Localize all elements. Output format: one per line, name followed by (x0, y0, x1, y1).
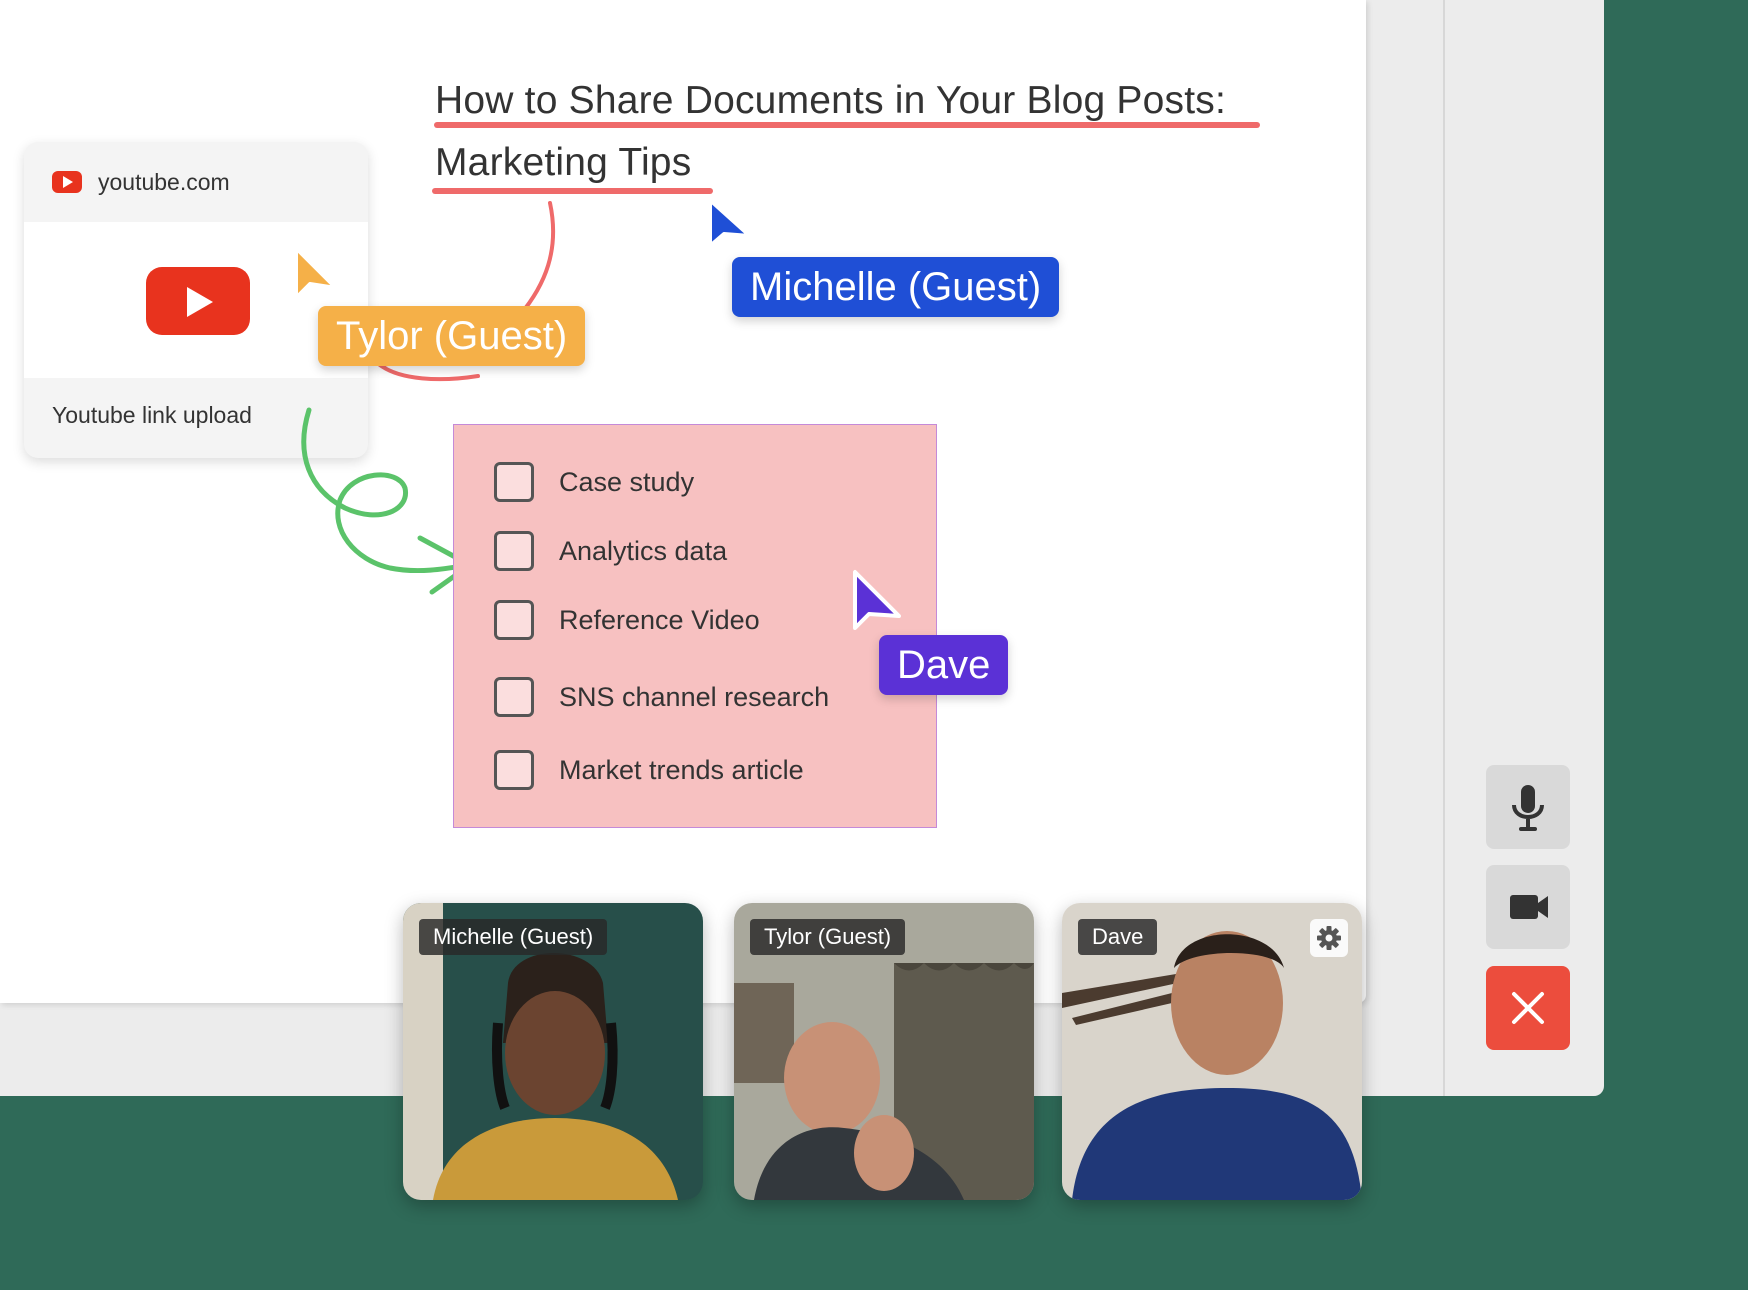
video-camera-icon (1510, 895, 1548, 919)
camera-button[interactable] (1486, 865, 1570, 949)
youtube-icon (52, 171, 82, 193)
checkbox[interactable] (494, 531, 534, 571)
cursor-label-tylor: Tylor (Guest) (318, 306, 586, 366)
checklist-item-label: Case study (559, 466, 695, 497)
cursor-label-dave: Dave (879, 635, 1009, 695)
checklist-item-label: Analytics data (559, 535, 728, 566)
cursor-arrow-icon (853, 570, 901, 630)
side-panel-divider (1443, 0, 1445, 1096)
checklist-item[interactable]: SNS channel research (494, 677, 829, 717)
checklist-item[interactable]: Reference Video (494, 600, 760, 640)
cursor-arrow-icon (294, 246, 338, 300)
link-domain: youtube.com (98, 168, 230, 195)
microphone-button[interactable] (1486, 765, 1570, 849)
video-tile-michelle[interactable]: Michelle (Guest) (403, 903, 703, 1200)
checklist-item-label: Market trends article (559, 754, 804, 785)
document-title[interactable]: How to Share Documents in Your Blog Post… (435, 70, 1226, 194)
participant-name: Michelle (Guest) (419, 919, 608, 955)
close-icon (1512, 992, 1544, 1024)
title-underline-2 (432, 188, 713, 194)
youtube-play-icon (146, 267, 250, 335)
checklist-item[interactable]: Market trends article (494, 750, 804, 790)
checklist-item[interactable]: Analytics data (494, 531, 727, 571)
checklist-item-label: SNS channel research (559, 681, 830, 712)
participant-name: Tylor (Guest) (750, 919, 906, 955)
video-tile-dave[interactable]: Dave (1062, 903, 1362, 1200)
checkbox[interactable] (494, 750, 534, 790)
checklist-item-label: Reference Video (559, 604, 760, 635)
checkbox[interactable] (494, 600, 534, 640)
gear-icon[interactable] (1310, 919, 1348, 957)
video-tile-tylor[interactable]: Tylor (Guest) (734, 903, 1034, 1200)
end-call-button[interactable] (1486, 966, 1570, 1050)
cursor-arrow-icon (708, 198, 752, 248)
checkbox[interactable] (494, 462, 534, 502)
microphone-icon (1512, 785, 1544, 831)
checklist-item[interactable]: Case study (494, 462, 694, 502)
link-card-header: youtube.com (24, 142, 368, 222)
cursor-label-michelle: Michelle (Guest) (732, 257, 1060, 317)
participant-name: Dave (1078, 919, 1158, 955)
title-underline-1 (434, 122, 1260, 128)
title-line-2: Marketing Tips (435, 141, 692, 184)
checkbox[interactable] (494, 677, 534, 717)
link-caption: Youtube link upload (52, 402, 252, 428)
